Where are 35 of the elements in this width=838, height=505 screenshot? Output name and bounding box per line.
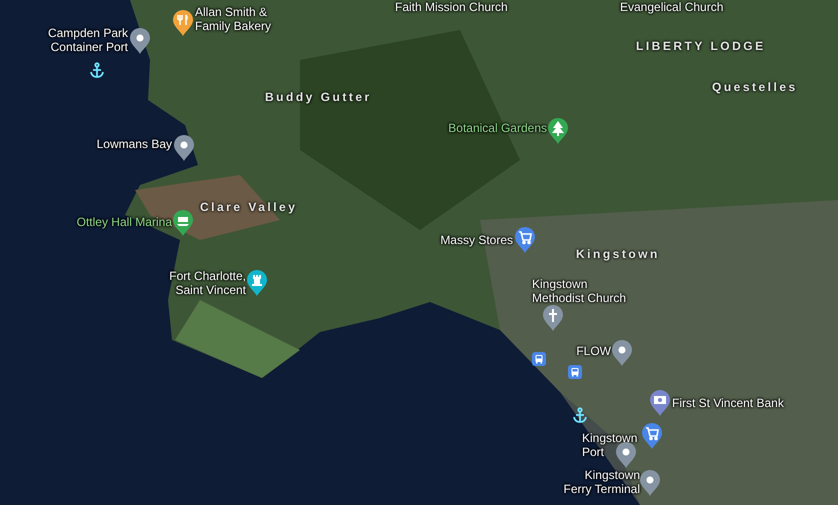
map-pin-icon[interactable]: [612, 340, 632, 366]
cross-pin-icon[interactable]: [543, 305, 563, 331]
fork-pin-icon[interactable]: [173, 10, 193, 36]
anchor-icon[interactable]: [89, 62, 105, 78]
place-label[interactable]: First St Vincent Bank: [672, 396, 784, 410]
cart-pin-icon[interactable]: [515, 227, 535, 253]
banknote-pin-icon[interactable]: [650, 390, 670, 416]
bus-icon[interactable]: [532, 352, 546, 366]
tree-pin-icon[interactable]: [548, 118, 568, 144]
area-label: LIBERTY LODGE: [636, 39, 766, 53]
place-label[interactable]: Kingstown Port: [582, 431, 638, 459]
place-label[interactable]: Faith Mission Church: [395, 0, 508, 14]
place-label[interactable]: Kingstown Ferry Terminal: [564, 468, 640, 496]
map-pin-icon[interactable]: [174, 135, 194, 161]
place-label[interactable]: Lowmans Bay: [96, 137, 172, 151]
anchor-icon[interactable]: [572, 407, 588, 423]
place-label[interactable]: Ottley Hall Marina: [76, 215, 172, 229]
place-label[interactable]: Kingstown Methodist Church: [532, 277, 626, 305]
cart-pin-icon[interactable]: [642, 423, 662, 449]
place-label[interactable]: Campden Park Container Port: [48, 26, 128, 54]
place-label[interactable]: Allan Smith & Family Bakery: [195, 5, 272, 33]
map-pin-icon[interactable]: [640, 470, 660, 496]
place-label[interactable]: Botanical Gardens: [448, 121, 547, 135]
map-pin-icon[interactable]: [130, 28, 150, 54]
area-label: Kingstown: [576, 247, 660, 261]
area-label: Clare Valley: [200, 200, 298, 214]
tower-pin-icon[interactable]: [247, 270, 267, 296]
area-label: Questelles: [712, 80, 798, 94]
boat-pin-icon[interactable]: [173, 210, 193, 236]
place-label[interactable]: Fort Charlotte, Saint Vincent: [169, 269, 246, 297]
place-label[interactable]: FLOW: [576, 344, 611, 358]
area-label: Buddy Gutter: [265, 90, 372, 104]
place-label[interactable]: Massy Stores: [440, 233, 513, 247]
bus-icon[interactable]: [568, 365, 582, 379]
place-label[interactable]: Evangelical Church: [620, 0, 724, 14]
